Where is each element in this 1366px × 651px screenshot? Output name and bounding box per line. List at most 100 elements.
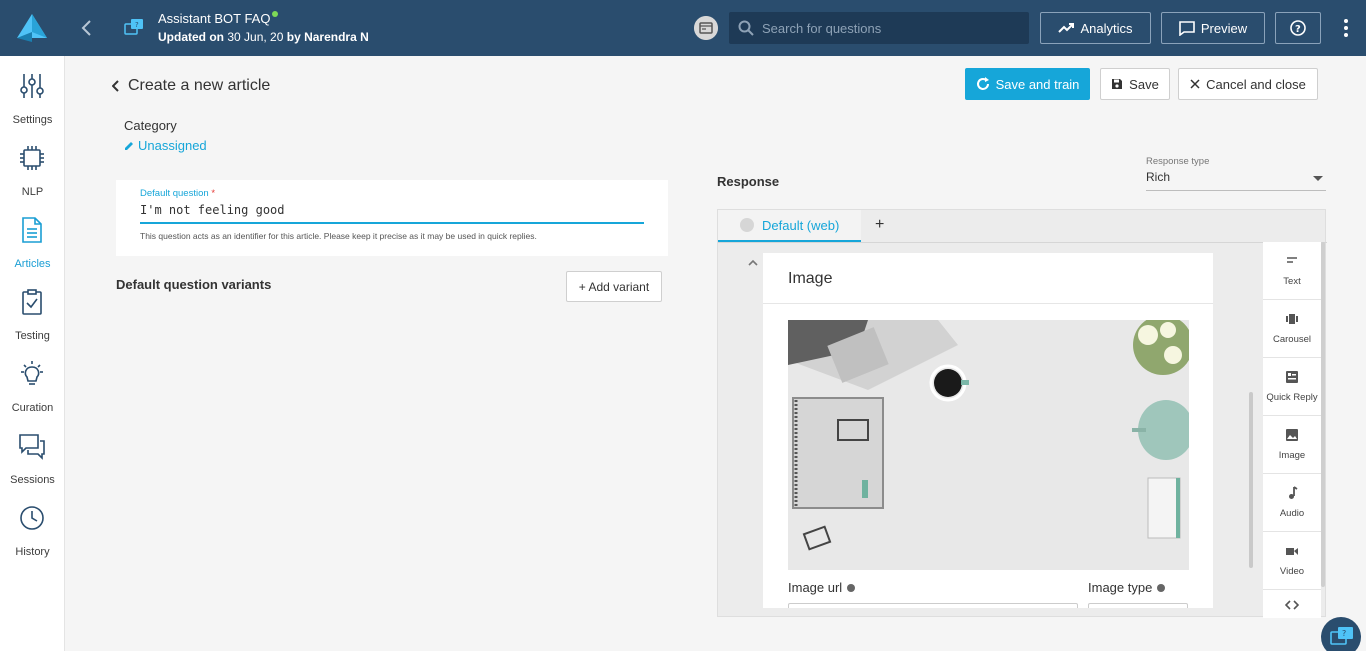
bot-faq-icon: ? <box>124 19 143 35</box>
tool-code[interactable] <box>1263 590 1321 618</box>
desk-photo-image <box>788 320 1189 570</box>
sidebar-item-label: Testing <box>15 330 50 342</box>
app-logo-icon[interactable] <box>15 12 49 44</box>
web-channel-icon <box>740 218 754 232</box>
bot-updated-info: Updated on 30 Jun, 20 by Narendra N <box>158 30 369 44</box>
card-divider <box>763 303 1213 304</box>
svg-text:?: ? <box>1295 24 1301 35</box>
cancel-and-close-button[interactable]: Cancel and close <box>1178 68 1318 100</box>
info-icon[interactable] <box>847 583 856 592</box>
chat-preview-icon <box>1179 20 1195 36</box>
toolbar-scrollbar[interactable] <box>1321 242 1325 587</box>
tab-default-web[interactable]: Default (web) <box>718 210 861 242</box>
default-question-label: Default question * <box>140 188 216 199</box>
editor-scrollbar[interactable] <box>1249 252 1253 568</box>
chat-help-icon: ? <box>1330 627 1353 645</box>
add-channel-tab-button[interactable]: + <box>875 216 884 234</box>
top-bar: ? Assistant BOT FAQ Updated on 30 Jun, 2… <box>0 0 1366 56</box>
tool-quick-reply[interactable]: Quick Reply <box>1263 358 1321 416</box>
search-icon <box>738 20 754 36</box>
image-url-label: Image url <box>788 580 856 595</box>
back-to-articles-link[interactable]: Create a new article <box>112 76 270 96</box>
default-question-card: Default question * I'm not feeling good … <box>116 180 668 256</box>
tab-label: Default (web) <box>762 217 840 233</box>
sidebar-item-curation[interactable]: Curation <box>0 352 65 416</box>
preview-button[interactable]: Preview <box>1161 12 1265 44</box>
cancel-label: Cancel and close <box>1206 76 1306 92</box>
response-type-value: Rich <box>1146 170 1171 184</box>
response-label: Response <box>717 174 780 189</box>
save-and-train-button[interactable]: Save and train <box>965 68 1090 100</box>
image-type-select[interactable] <box>1088 603 1188 608</box>
question-variants-label: Default question variants <box>116 277 272 292</box>
sidebar: Settings NLP Articles Testing Curation S… <box>0 56 65 651</box>
default-question-input[interactable]: I'm not feeling good <box>140 202 644 224</box>
code-icon <box>1285 600 1299 610</box>
sidebar-item-sessions[interactable]: Sessions <box>0 424 65 488</box>
page-title: Create a new article <box>128 77 271 94</box>
category-edit-link[interactable]: Unassigned <box>124 138 207 153</box>
sidebar-item-label: Curation <box>11 402 54 414</box>
tool-label: Audio <box>1279 508 1305 519</box>
sidebar-item-label: NLP <box>21 186 44 198</box>
chat-widget-button[interactable]: ? <box>1321 617 1361 651</box>
updated-by: by Narendra N <box>286 30 369 44</box>
tool-label: Text <box>1283 276 1301 287</box>
sidebar-item-label: History <box>15 546 50 558</box>
close-icon <box>1190 79 1200 89</box>
sidebar-item-nlp[interactable]: NLP <box>0 136 65 200</box>
tool-text[interactable]: Text <box>1263 242 1321 300</box>
tool-video[interactable]: Video <box>1263 532 1321 590</box>
bot-title: Assistant BOT FAQ <box>158 11 279 26</box>
response-element-toolbar: Text Carousel Quick Reply Image Audio Vi… <box>1263 242 1321 618</box>
category-value: Unassigned <box>138 138 207 153</box>
sidebar-item-history[interactable]: History <box>0 496 65 560</box>
chevron-up-icon[interactable] <box>748 258 758 268</box>
sidebar-item-label: Settings <box>12 114 53 126</box>
tool-carousel[interactable]: Carousel <box>1263 300 1321 358</box>
search-input[interactable] <box>762 12 1022 44</box>
back-arrow-icon[interactable] <box>78 18 96 38</box>
refresh-icon <box>976 77 989 90</box>
tool-label: Image <box>1278 450 1306 461</box>
image-icon <box>1286 429 1298 441</box>
tool-audio[interactable]: Audio <box>1263 474 1321 532</box>
help-button[interactable]: ? <box>1275 12 1321 44</box>
preview-label: Preview <box>1200 20 1248 36</box>
document-icon <box>22 217 42 243</box>
sidebar-item-label: Articles <box>14 258 51 270</box>
svg-text:?: ? <box>135 21 139 29</box>
pencil-icon <box>125 141 133 150</box>
tool-label: Carousel <box>1272 334 1312 345</box>
knowledge-base-toggle-icon[interactable] <box>694 16 718 40</box>
lightbulb-icon <box>21 361 43 385</box>
editor-scroll-thumb[interactable] <box>1249 392 1253 568</box>
trending-up-icon <box>1058 23 1075 33</box>
caret-down-icon <box>1313 176 1323 181</box>
category-label: Category <box>124 118 177 133</box>
analytics-button[interactable]: Analytics <box>1040 12 1151 44</box>
info-icon[interactable] <box>1157 583 1166 592</box>
sidebar-item-settings[interactable]: Settings <box>0 64 65 128</box>
search-bar <box>729 12 1029 44</box>
image-card-title: Image <box>788 270 833 287</box>
tab-divider <box>718 242 1327 243</box>
image-preview <box>788 320 1189 570</box>
response-type-select[interactable]: Rich <box>1146 170 1326 191</box>
add-variant-button[interactable]: + Add variant <box>566 271 662 302</box>
image-type-label: Image type <box>1088 580 1166 595</box>
tool-label: Video <box>1279 566 1305 577</box>
carousel-icon <box>1286 314 1298 324</box>
sidebar-item-articles[interactable]: Articles <box>0 208 65 272</box>
image-response-card: Image Image url Image type <box>763 253 1213 608</box>
image-url-input[interactable] <box>788 603 1078 608</box>
default-question-help: This question acts as an identifier for … <box>140 231 537 241</box>
tool-image[interactable]: Image <box>1263 416 1321 474</box>
floppy-disk-icon <box>1112 79 1123 89</box>
clock-icon <box>20 506 44 530</box>
text-icon <box>1287 257 1297 263</box>
save-button[interactable]: Save <box>1100 68 1170 100</box>
sidebar-item-testing[interactable]: Testing <box>0 280 65 344</box>
updated-date: 30 Jun, 20 <box>227 30 284 44</box>
more-options-icon[interactable] <box>1338 18 1354 38</box>
